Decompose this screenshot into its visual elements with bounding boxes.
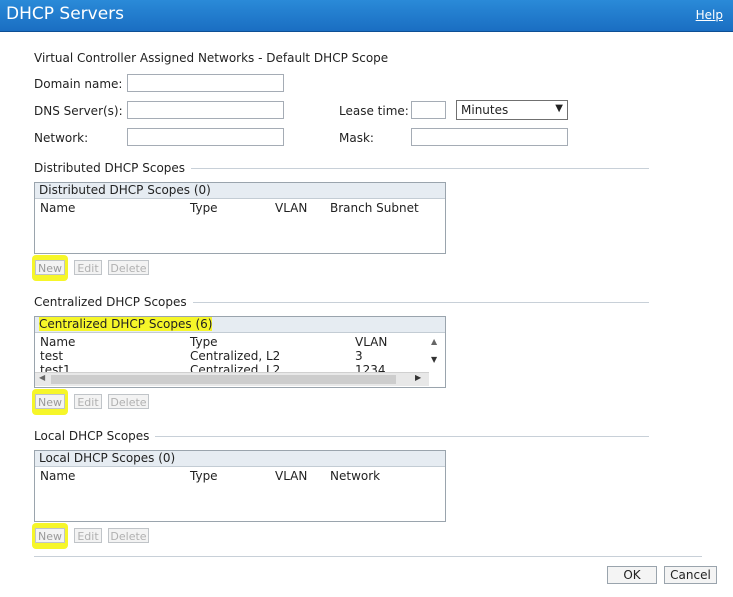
table-cell-name[interactable]: test <box>40 349 63 363</box>
dropdown-arrow-icon: ▼ <box>555 103 563 114</box>
lease-time-label: Lease time: <box>339 104 409 118</box>
local-edit-button[interactable]: Edit <box>74 528 102 543</box>
distributed-edit-button[interactable]: Edit <box>74 260 102 275</box>
local-grid-caption: Local DHCP Scopes (0) <box>35 451 445 467</box>
column-header-name[interactable]: Name <box>40 201 75 215</box>
local-new-button[interactable]: New <box>35 528 65 543</box>
local-grid: Local DHCP Scopes (0) Name Type VLAN Net… <box>34 450 446 522</box>
network-input[interactable] <box>127 128 284 146</box>
distributed-new-button[interactable]: New <box>35 260 65 275</box>
column-header-name[interactable]: Name <box>40 335 75 349</box>
window-title: DHCP Servers <box>6 4 125 24</box>
local-section-title: Local DHCP Scopes <box>34 429 156 443</box>
scroll-up-icon[interactable]: ▲ <box>431 337 437 346</box>
lease-unit-value: Minutes <box>461 103 509 117</box>
column-header-vlan[interactable]: VLAN <box>355 335 387 349</box>
domain-name-input[interactable] <box>127 74 284 92</box>
network-label: Network: <box>34 131 89 145</box>
distributed-grid: Distributed DHCP Scopes (0) Name Type VL… <box>34 182 446 254</box>
cancel-button[interactable]: Cancel <box>664 566 717 584</box>
default-scope-heading: Virtual Controller Assigned Networks - D… <box>34 51 389 65</box>
column-header-type[interactable]: Type <box>190 335 218 349</box>
mask-label: Mask: <box>339 131 374 145</box>
dns-servers-input[interactable] <box>127 101 284 119</box>
footer-divider <box>34 556 702 557</box>
column-header-network[interactable]: Network <box>330 469 380 483</box>
lease-unit-select[interactable]: Minutes ▼ <box>456 100 568 120</box>
centralized-grid-caption: Centralized DHCP Scopes (6) <box>39 317 213 331</box>
column-header-vlan[interactable]: VLAN <box>275 201 307 215</box>
centralized-grid-caption-wrap: Centralized DHCP Scopes (6) <box>35 317 445 333</box>
help-link[interactable]: Help <box>696 8 723 22</box>
local-delete-button[interactable]: Delete <box>108 528 149 543</box>
scroll-down-icon[interactable]: ▼ <box>431 355 437 364</box>
centralized-edit-button[interactable]: Edit <box>74 394 102 409</box>
mask-input[interactable] <box>411 128 568 146</box>
title-bar: DHCP Servers Help <box>0 0 733 32</box>
distributed-section-title: Distributed DHCP Scopes <box>34 161 192 175</box>
column-header-branch-subnet[interactable]: Branch Subnet <box>330 201 419 215</box>
scroll-left-icon[interactable]: ◀ <box>39 373 45 382</box>
horizontal-scrollbar[interactable]: ◀ ▶ <box>35 372 429 386</box>
table-cell-type[interactable]: Centralized, L2 <box>190 349 280 363</box>
centralized-section-title: Centralized DHCP Scopes <box>34 295 193 309</box>
domain-name-label: Domain name: <box>34 77 123 91</box>
column-header-type[interactable]: Type <box>190 201 218 215</box>
table-cell-vlan[interactable]: 3 <box>355 349 363 363</box>
dns-servers-label: DNS Server(s): <box>34 104 123 118</box>
scroll-right-icon[interactable]: ▶ <box>415 373 421 382</box>
centralized-new-button[interactable]: New <box>35 394 65 409</box>
ok-button[interactable]: OK <box>607 566 657 584</box>
lease-time-input[interactable] <box>411 101 446 119</box>
scrollbar-thumb[interactable] <box>51 375 396 384</box>
distributed-grid-caption: Distributed DHCP Scopes (0) <box>35 183 445 199</box>
centralized-grid: Centralized DHCP Scopes (6) Name Type VL… <box>34 316 446 388</box>
column-header-vlan[interactable]: VLAN <box>275 469 307 483</box>
column-header-name[interactable]: Name <box>40 469 75 483</box>
distributed-delete-button[interactable]: Delete <box>108 260 149 275</box>
column-header-type[interactable]: Type <box>190 469 218 483</box>
centralized-delete-button[interactable]: Delete <box>108 394 149 409</box>
